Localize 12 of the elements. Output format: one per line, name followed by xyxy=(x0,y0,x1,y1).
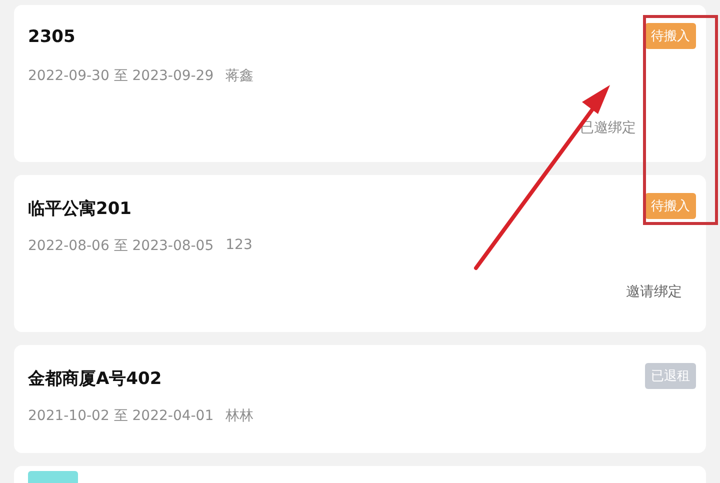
tenant-name: 蒋鑫 xyxy=(226,67,254,85)
lease-period: 2021-10-02 至 2022-04-01 xyxy=(28,407,214,425)
tenant-name: 123 xyxy=(226,237,252,255)
status-tag: 已退租 xyxy=(645,363,696,389)
property-title: 临平公寓201 xyxy=(28,198,132,220)
property-title: 2305 xyxy=(28,27,76,47)
tenant-name: 林林 xyxy=(226,407,254,425)
lease-period: 2022-08-06 至 2023-08-05 xyxy=(28,237,214,255)
status-tag: 待搬入 xyxy=(645,23,696,49)
lease-period: 2022-09-30 至 2023-09-29 xyxy=(28,67,214,85)
property-title: 金都商厦A号402 xyxy=(28,368,162,390)
status-tag: 待搬入 xyxy=(645,193,696,219)
